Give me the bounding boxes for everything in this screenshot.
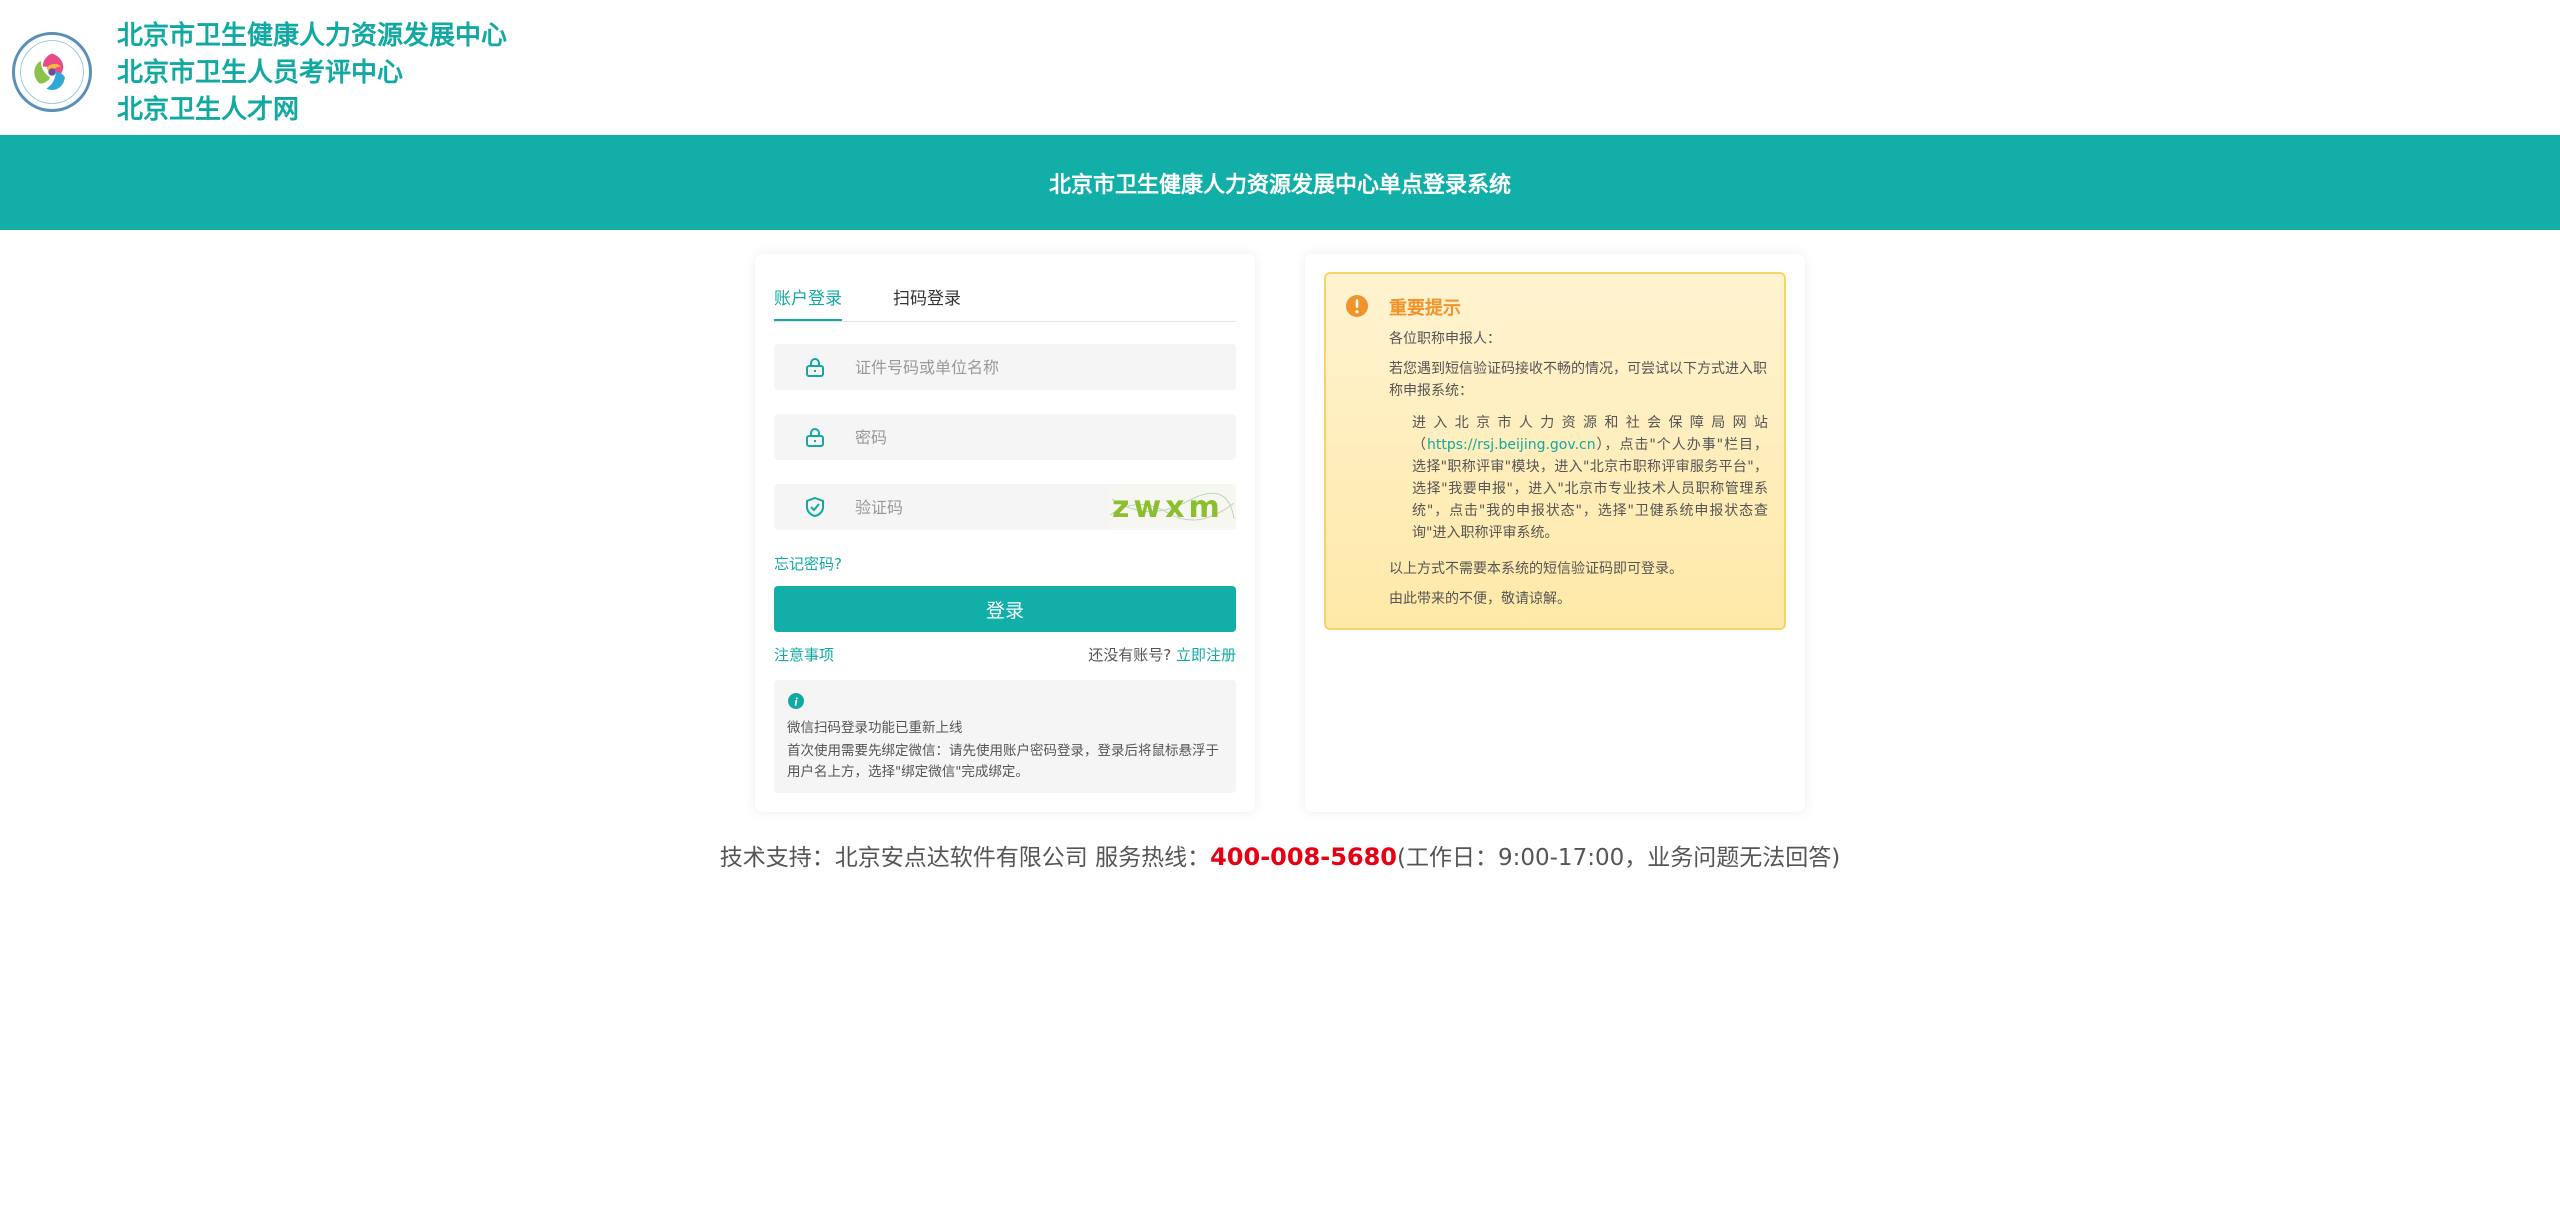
forgot-password-link[interactable]: 忘记密码? xyxy=(774,553,842,574)
no-account-text: 还没有账号? xyxy=(1088,646,1172,664)
warning-icon xyxy=(1346,295,1368,317)
service-hours: (工作日：9:00-17:00，业务问题无法回答) xyxy=(1397,845,1841,871)
login-card: 账户登录 扫码登录 zwxm 忘记密码? 登录 xyxy=(755,254,1255,812)
notice-para-1: 若您遇到短信验证码接收不畅的情况，可尝试以下方式进入职称申报系统： xyxy=(1389,361,1767,399)
support-text: 技术支持：北京安点达软件有限公司 服务热线： xyxy=(719,845,1211,871)
notice-greeting: 各位职称申报人： xyxy=(1389,331,1501,347)
notes-link[interactable]: 注意事项 xyxy=(774,644,834,665)
footer: 技术支持：北京安点达软件有限公司 服务热线：400-008-5680(工作日：9… xyxy=(0,838,2560,872)
site-header: 北京市卫生健康人力资源发展中心 北京市卫生人员考评中心 北京卫生人才网 xyxy=(0,0,2560,135)
wechat-info-title: 微信扫码登录功能已重新上线 xyxy=(787,720,963,736)
org-logo xyxy=(12,32,92,112)
shield-check-icon xyxy=(806,496,824,518)
org-names: 北京市卫生健康人力资源发展中心 北京市卫生人员考评中心 北京卫生人才网 xyxy=(117,18,507,129)
notice-card: 重要提示 各位职称申报人： 若您遇到短信验证码接收不畅的情况，可尝试以下方式进入… xyxy=(1305,254,1805,812)
login-links: 注意事项 还没有账号? 立即注册 xyxy=(774,644,1236,668)
login-tabs: 账户登录 扫码登录 xyxy=(774,279,1236,322)
username-field xyxy=(774,344,1236,390)
title-banner: 北京市卫生健康人力资源发展中心单点登录系统 xyxy=(0,135,2560,230)
rsj-website-link[interactable]: https://rsj.beijing.gov.cn xyxy=(1427,437,1596,453)
notice-box: 重要提示 各位职称申报人： 若您遇到短信验证码接收不畅的情况，可尝试以下方式进入… xyxy=(1324,272,1786,630)
info-icon: i xyxy=(788,693,804,709)
tab-qr-login[interactable]: 扫码登录 xyxy=(893,279,961,319)
wechat-info-box: i 微信扫码登录功能已重新上线 首次使用需要先绑定微信：请先使用账户密码登录，登… xyxy=(774,680,1236,793)
captcha-text: zwxm xyxy=(1112,490,1224,525)
org-name-3: 北京卫生人才网 xyxy=(117,95,300,125)
tab-account-login[interactable]: 账户登录 xyxy=(774,279,842,321)
notice-para-3: 以上方式不需要本系统的短信验证码即可登录。 xyxy=(1389,561,1683,577)
wechat-info-desc: 首次使用需要先绑定微信：请先使用账户密码登录，登录后将鼠标悬浮于用户名上方，选择… xyxy=(787,743,1219,780)
org-name-2: 北京市卫生人员考评中心 xyxy=(117,58,404,88)
org-name-1: 北京市卫生健康人力资源发展中心 xyxy=(117,21,508,51)
hotline-number: 400-008-5680 xyxy=(1210,843,1398,871)
captcha-input[interactable] xyxy=(855,484,1115,530)
notice-title: 重要提示 xyxy=(1389,298,1461,319)
lock-icon xyxy=(806,428,824,447)
password-input[interactable] xyxy=(855,414,1115,460)
notice-para-4: 由此带来的不便，敬请谅解。 xyxy=(1389,591,1571,607)
register-link[interactable]: 立即注册 xyxy=(1176,646,1236,664)
captcha-image[interactable]: zwxm xyxy=(1108,485,1236,529)
login-button[interactable]: 登录 xyxy=(774,586,1236,632)
notice-para-2: 进入北京市人力资源和社会保障局网站（https://rsj.beijing.go… xyxy=(1412,412,1768,544)
captcha-field: zwxm xyxy=(774,484,1236,530)
system-title: 北京市卫生健康人力资源发展中心单点登录系统 xyxy=(1048,172,1511,198)
username-input[interactable] xyxy=(855,344,1115,390)
lock-icon xyxy=(806,358,824,377)
password-field xyxy=(774,414,1236,460)
register-prompt: 还没有账号? 立即注册 xyxy=(1088,644,1236,665)
